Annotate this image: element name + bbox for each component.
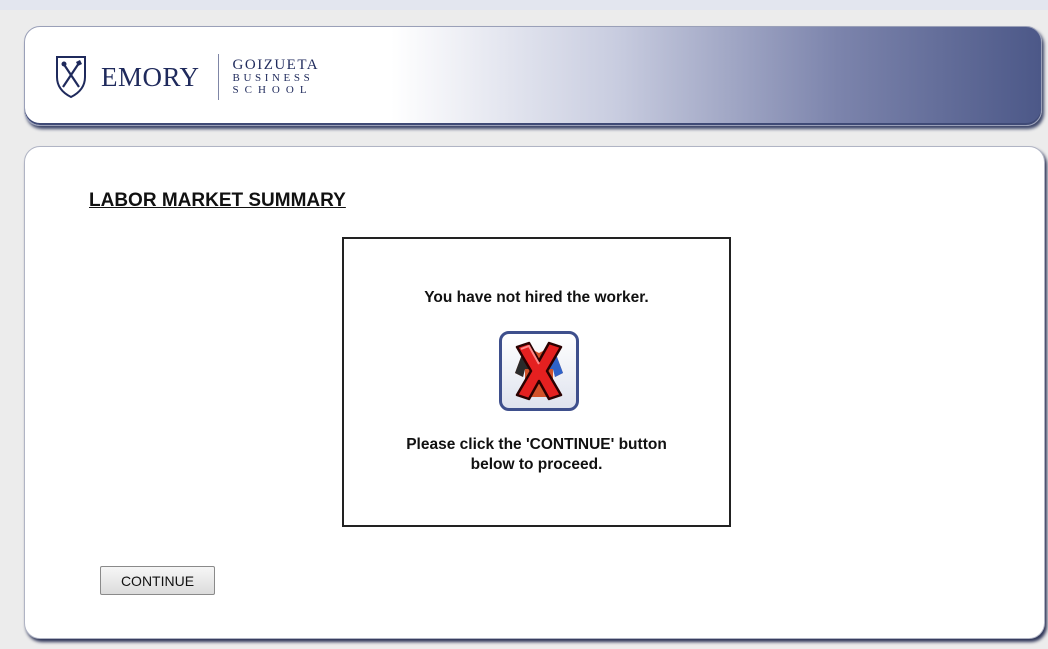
top-strip [0, 0, 1048, 10]
continue-button[interactable]: CONTINUE [100, 566, 215, 595]
logo-school-text: GOIZUETA BUSINESS SCHOOL [232, 56, 320, 97]
logo-emory-text: EMORY [101, 61, 200, 92]
continue-instructions: Please click the 'CONTINUE' button below… [344, 435, 729, 475]
x-over-shirt-icon [515, 341, 563, 401]
logo-divider [217, 54, 219, 100]
page-title: LABOR MARKET SUMMARY [89, 190, 346, 211]
message-box: You have not hired the worker. Please cl… [342, 237, 731, 527]
header-banner: EMORY GOIZUETA BUSINESS SCHOOL [24, 26, 1042, 126]
school-logo: EMORY GOIZUETA BUSINESS SCHOOL [55, 49, 319, 105]
instruction-line-2: below to proceed. [470, 456, 603, 473]
worker-not-hired-x-icon [499, 331, 579, 411]
logo-line-goizueta: GOIZUETA [232, 56, 320, 73]
not-hired-message: You have not hired the worker. [424, 289, 649, 306]
emory-shield-icon [56, 56, 86, 99]
logo-line-school: SCHOOL [232, 83, 313, 96]
main-panel: LABOR MARKET SUMMARY You have not hired … [24, 146, 1045, 639]
instruction-line-1: Please click the 'CONTINUE' button [406, 436, 667, 453]
